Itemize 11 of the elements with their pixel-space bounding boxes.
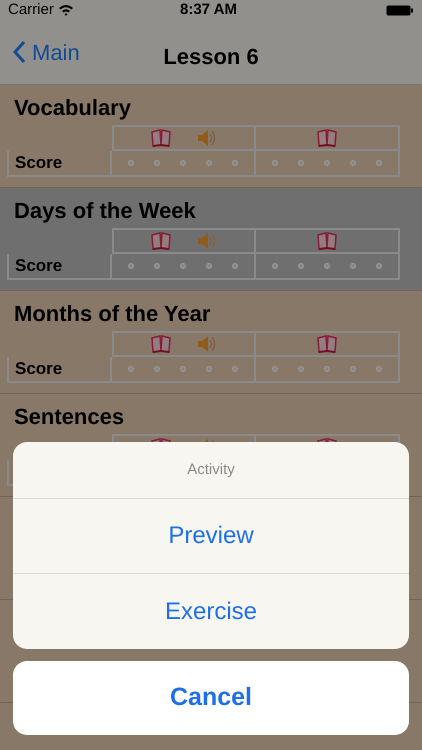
- score-label-cell: Score: [7, 151, 112, 177]
- section-title: Months of the Year: [13, 300, 212, 328]
- score-label-cell: Score: [7, 254, 112, 280]
- sheet-title: Activity: [187, 460, 235, 480]
- section-title: Vocabulary: [13, 94, 132, 122]
- clock: 8:37 AM: [180, 0, 237, 20]
- screen-title: Lesson 6: [162, 43, 260, 71]
- carrier-label: Carrier: [8, 0, 54, 20]
- score-label-cell: Score: [7, 357, 112, 383]
- section-title: Days of the Week: [13, 197, 197, 225]
- section-title: Sentences: [13, 403, 126, 431]
